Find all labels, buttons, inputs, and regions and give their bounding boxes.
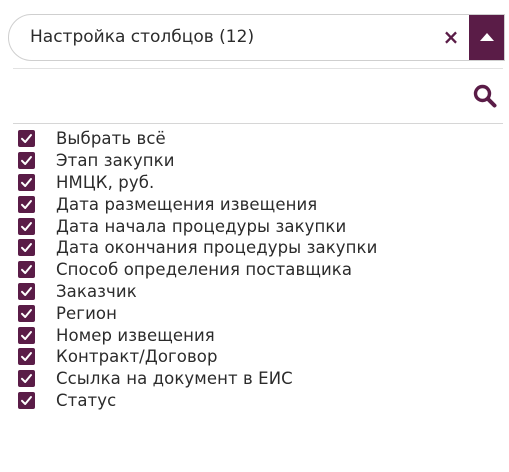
option-procedure-end-date[interactable]: Дата окончания процедуры закупки — [18, 237, 503, 259]
check-icon — [21, 243, 32, 253]
collapse-toggle-button[interactable] — [469, 15, 504, 60]
checkbox-checked[interactable] — [18, 217, 35, 235]
option-select-all[interactable]: Выбрать всё — [18, 128, 503, 150]
option-supplier-method[interactable]: Способ определения поставщика — [18, 259, 503, 281]
option-label: Заказчик — [56, 281, 137, 301]
checkbox-checked[interactable] — [18, 326, 35, 344]
checkbox-checked[interactable] — [18, 282, 35, 300]
option-label: Статус — [56, 390, 117, 410]
checkbox-checked[interactable] — [18, 152, 35, 170]
option-label: Выбрать всё — [56, 129, 166, 149]
check-icon — [21, 352, 32, 362]
option-customer[interactable]: Заказчик — [18, 281, 503, 303]
check-icon — [21, 308, 32, 318]
check-icon — [21, 374, 32, 384]
option-procedure-start-date[interactable]: Дата начала процедуры закупки — [18, 215, 503, 237]
checkbox-checked[interactable] — [18, 130, 35, 148]
option-label: Регион — [56, 303, 117, 323]
option-label: Дата начала процедуры закупки — [56, 216, 347, 236]
search-icon — [473, 84, 497, 108]
option-status[interactable]: Статус — [18, 390, 503, 412]
divider — [13, 68, 503, 69]
check-icon — [21, 395, 32, 405]
checkbox-checked[interactable] — [18, 370, 35, 388]
checkbox-checked[interactable] — [18, 348, 35, 366]
checkbox-checked[interactable] — [18, 304, 35, 322]
option-label: Номер извещения — [56, 325, 215, 345]
checkbox-checked[interactable] — [18, 239, 35, 257]
checkbox-checked[interactable] — [18, 173, 35, 191]
caret-up-icon — [479, 32, 494, 41]
option-notice-number[interactable]: Номер извещения — [18, 324, 503, 346]
search-button[interactable] — [472, 83, 498, 109]
column-settings-combobox[interactable]: Настройка столбцов (12) × — [8, 14, 505, 61]
divider — [13, 123, 503, 124]
option-label: Дата размещения извещения — [56, 194, 318, 214]
check-icon — [21, 177, 32, 187]
combobox-title: Настройка столбцов (12) — [30, 27, 255, 47]
check-icon — [21, 286, 32, 296]
option-label: Ссылка на документ в ЕИС — [56, 369, 293, 389]
option-label: Контракт/Договор — [56, 347, 218, 367]
option-label: Этап закупки — [56, 151, 175, 171]
check-icon — [21, 199, 32, 209]
option-label: НМЦК, руб. — [56, 172, 155, 192]
checkbox-checked[interactable] — [18, 391, 35, 409]
option-notice-date[interactable]: Дата размещения извещения — [18, 193, 503, 215]
option-label: Дата окончания процедуры закупки — [56, 238, 378, 258]
option-contract[interactable]: Контракт/Договор — [18, 346, 503, 368]
option-procurement-stage[interactable]: Этап закупки — [18, 150, 503, 172]
check-icon — [21, 330, 32, 340]
option-label: Способ определения поставщика — [56, 260, 353, 280]
column-options-list: Выбрать всё Этап закупки НМЦК, руб. Дата… — [18, 128, 503, 411]
checkbox-checked[interactable] — [18, 195, 35, 213]
option-eis-link[interactable]: Ссылка на документ в ЕИС — [18, 368, 503, 390]
check-icon — [21, 265, 32, 275]
option-region[interactable]: Регион — [18, 302, 503, 324]
check-icon — [21, 134, 32, 144]
check-icon — [21, 221, 32, 231]
check-icon — [21, 156, 32, 166]
checkbox-checked[interactable] — [18, 261, 35, 279]
clear-icon[interactable]: × — [437, 15, 465, 60]
option-initial-price[interactable]: НМЦК, руб. — [18, 172, 503, 194]
